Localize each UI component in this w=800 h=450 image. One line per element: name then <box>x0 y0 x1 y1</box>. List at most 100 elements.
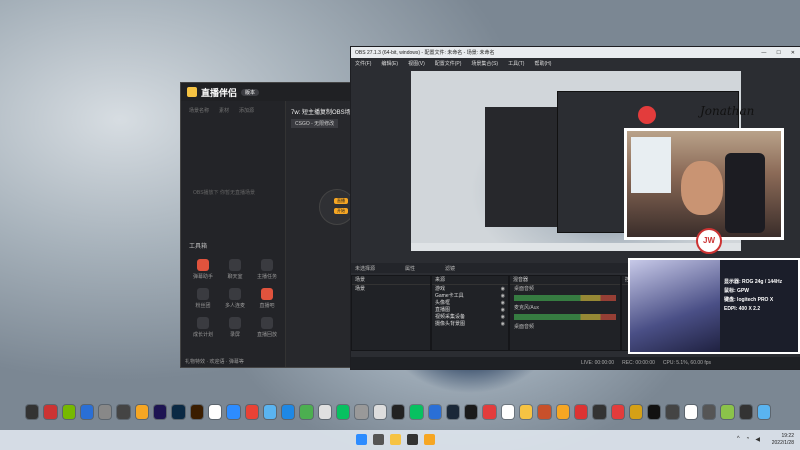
menu-help[interactable]: 帮助(H) <box>534 60 551 67</box>
app-icon[interactable] <box>117 405 130 419</box>
app-icon[interactable] <box>739 405 752 419</box>
tool-icon <box>197 317 209 329</box>
app-icon[interactable] <box>501 405 515 419</box>
app-icon[interactable] <box>556 405 569 419</box>
eye-icon[interactable]: ◉ <box>501 293 505 299</box>
app-icon[interactable] <box>355 405 368 419</box>
start-icon[interactable] <box>356 434 367 445</box>
obs-icon[interactable] <box>407 434 418 445</box>
menu-file[interactable]: 文件(F) <box>355 60 371 67</box>
app-icon[interactable] <box>666 405 679 419</box>
preview-taskbar <box>411 243 741 251</box>
app-icon[interactable] <box>135 405 149 419</box>
chevron-up-icon[interactable]: ^ <box>737 436 740 443</box>
tool-item[interactable]: 直播回放 <box>251 317 283 338</box>
app-icon[interactable] <box>424 434 435 445</box>
premiere-icon[interactable] <box>154 405 167 419</box>
eye-icon[interactable]: ◉ <box>501 321 505 327</box>
menu-scene-collection[interactable]: 场景集合(S) <box>471 60 498 67</box>
filters-button[interactable]: 滤镜 <box>445 265 455 272</box>
source-row[interactable]: 直播图 ◉ <box>432 306 508 314</box>
app-icon[interactable] <box>702 405 716 419</box>
app-icon[interactable] <box>684 405 697 419</box>
app-icon[interactable] <box>44 405 57 419</box>
app-icon[interactable] <box>757 405 771 419</box>
app-icon[interactable] <box>80 405 94 419</box>
search-icon[interactable] <box>373 434 384 445</box>
scene-title: 7w: 短主播复制OBS场景 <box>291 110 357 116</box>
menu-edit[interactable]: 编辑(E) <box>381 60 398 67</box>
app-icon[interactable] <box>26 405 39 419</box>
app-icon[interactable] <box>208 405 222 419</box>
volume-icon[interactable]: ◀ <box>755 436 760 443</box>
start-button[interactable]: 开始 <box>334 208 348 214</box>
wechat-icon[interactable] <box>410 405 423 419</box>
mixer-dock: 混音器 桌面音频 麦克风/Aux 桌面音频 <box>509 275 621 351</box>
eye-icon[interactable]: ◉ <box>501 286 505 292</box>
clock[interactable]: 19:22 2022/1/28 <box>772 433 794 447</box>
app-icon[interactable] <box>337 405 350 419</box>
steam-icon[interactable] <box>446 405 460 419</box>
app-icon[interactable] <box>629 405 643 419</box>
volume-meter[interactable] <box>514 314 616 320</box>
source-row[interactable]: 视频采集设备 ◉ <box>432 313 508 321</box>
chrome-icon[interactable] <box>245 405 258 419</box>
close-icon[interactable]: ✕ <box>791 50 795 56</box>
edge-icon[interactable] <box>227 405 240 419</box>
live-assistant-icon[interactable] <box>520 405 533 419</box>
game-tag[interactable]: CSGO - 无限修改 <box>291 119 339 128</box>
menu-profile[interactable]: 配置文件(P) <box>435 60 462 67</box>
nvidia-icon[interactable] <box>62 405 75 419</box>
netease-icon[interactable] <box>483 405 496 419</box>
maximize-icon[interactable]: ☐ <box>776 50 780 56</box>
tool-item[interactable]: 直播吧 <box>251 288 283 309</box>
cpu-fps: CPU: 5.1%, 60.00 fps <box>662 360 711 366</box>
eye-icon[interactable]: ◉ <box>501 307 505 313</box>
illustrator-icon[interactable] <box>190 405 203 419</box>
menu-view[interactable]: 视图(V) <box>408 60 425 67</box>
app-icon[interactable] <box>263 405 277 419</box>
start-live-button[interactable]: 直播 <box>334 198 348 204</box>
source-row[interactable]: 摄像头背景图 ◉ <box>432 320 508 328</box>
app-icon[interactable] <box>538 405 551 419</box>
recycle-bin-icon[interactable] <box>373 405 386 419</box>
eye-icon[interactable]: ◉ <box>501 300 505 306</box>
menu-tools[interactable]: 工具(T) <box>508 60 524 67</box>
app-icon[interactable] <box>611 405 624 419</box>
tool-item[interactable]: 多人连麦 <box>219 288 251 309</box>
app-icon[interactable] <box>318 405 332 419</box>
qq-icon[interactable] <box>391 405 405 419</box>
tool-item[interactable]: 成长计划 <box>187 317 219 338</box>
minimize-icon[interactable]: — <box>761 50 766 56</box>
live-assistant-icon[interactable] <box>390 434 401 445</box>
network-icon[interactable]: ◔ <box>746 436 750 443</box>
system-tray: ^ ◔ ◀ <box>737 436 760 443</box>
tab-material[interactable]: 素材 <box>219 107 229 114</box>
app-icon[interactable] <box>282 405 295 419</box>
tool-item[interactable]: 聊天室 <box>219 259 251 280</box>
source-row[interactable]: Game卡工具 ◉ <box>432 292 508 300</box>
properties-button[interactable]: 属性 <box>405 265 415 272</box>
eye-icon[interactable]: ◉ <box>501 314 505 320</box>
tab-scene[interactable]: 场景名称 <box>189 107 209 114</box>
obs-titlebar[interactable]: OBS 27.1.3 (64-bit, windows) - 配置文件: 未命名… <box>351 47 800 58</box>
tool-item[interactable]: 弹幕助手 <box>187 259 219 280</box>
app-icon[interactable] <box>648 405 661 419</box>
tool-item[interactable]: 主播任务 <box>251 259 283 280</box>
tool-item[interactable]: 录屏 <box>219 317 251 338</box>
scene-item[interactable]: 场景 <box>352 285 430 292</box>
volume-meter[interactable] <box>514 295 616 301</box>
app-icon[interactable] <box>428 405 441 419</box>
tool-item[interactable]: 粉丝团 <box>187 288 219 309</box>
app-icon[interactable] <box>593 405 606 419</box>
app-icon[interactable] <box>574 405 588 419</box>
app-icon[interactable] <box>721 405 734 419</box>
photoshop-icon[interactable] <box>172 405 185 419</box>
source-row[interactable]: 游戏 ◉ <box>432 285 508 293</box>
version-badge[interactable]: 版本 <box>241 88 260 96</box>
app-icon[interactable] <box>300 405 313 419</box>
source-row[interactable]: 头像框 ◉ <box>432 299 508 307</box>
app-icon[interactable] <box>99 405 112 419</box>
tab-add-source[interactable]: 添加源 <box>239 107 254 114</box>
app-icon[interactable] <box>465 405 478 419</box>
